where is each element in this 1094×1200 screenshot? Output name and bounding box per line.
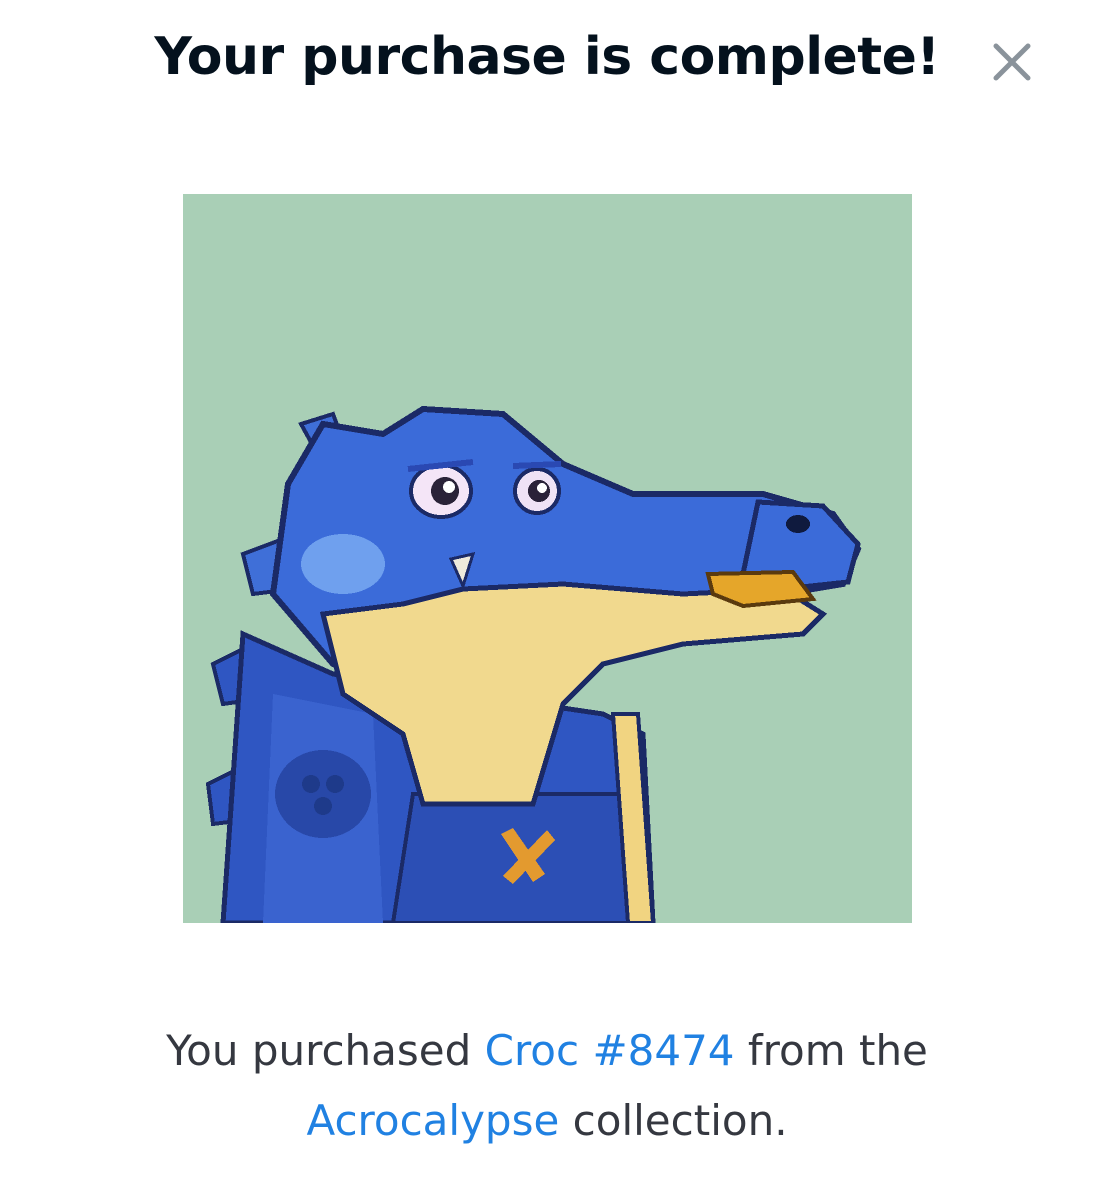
collection-link[interactable]: Acrocalypse bbox=[306, 1096, 559, 1145]
close-icon bbox=[993, 43, 1031, 81]
message-middle: from the bbox=[734, 1026, 928, 1075]
close-button[interactable] bbox=[986, 36, 1038, 88]
nft-image bbox=[183, 194, 912, 923]
pixel-art-crocodile-icon bbox=[183, 194, 912, 923]
modal-title: Your purchase is complete! bbox=[154, 27, 940, 87]
purchase-complete-modal: Your purchase is complete! You purchased… bbox=[0, 0, 1094, 1200]
message-prefix: You purchased bbox=[166, 1026, 485, 1075]
purchase-message: You purchased Croc #8474 from the Acrocal… bbox=[60, 1016, 1034, 1156]
message-suffix: collection. bbox=[559, 1096, 788, 1145]
item-link[interactable]: Croc #8474 bbox=[485, 1026, 735, 1075]
